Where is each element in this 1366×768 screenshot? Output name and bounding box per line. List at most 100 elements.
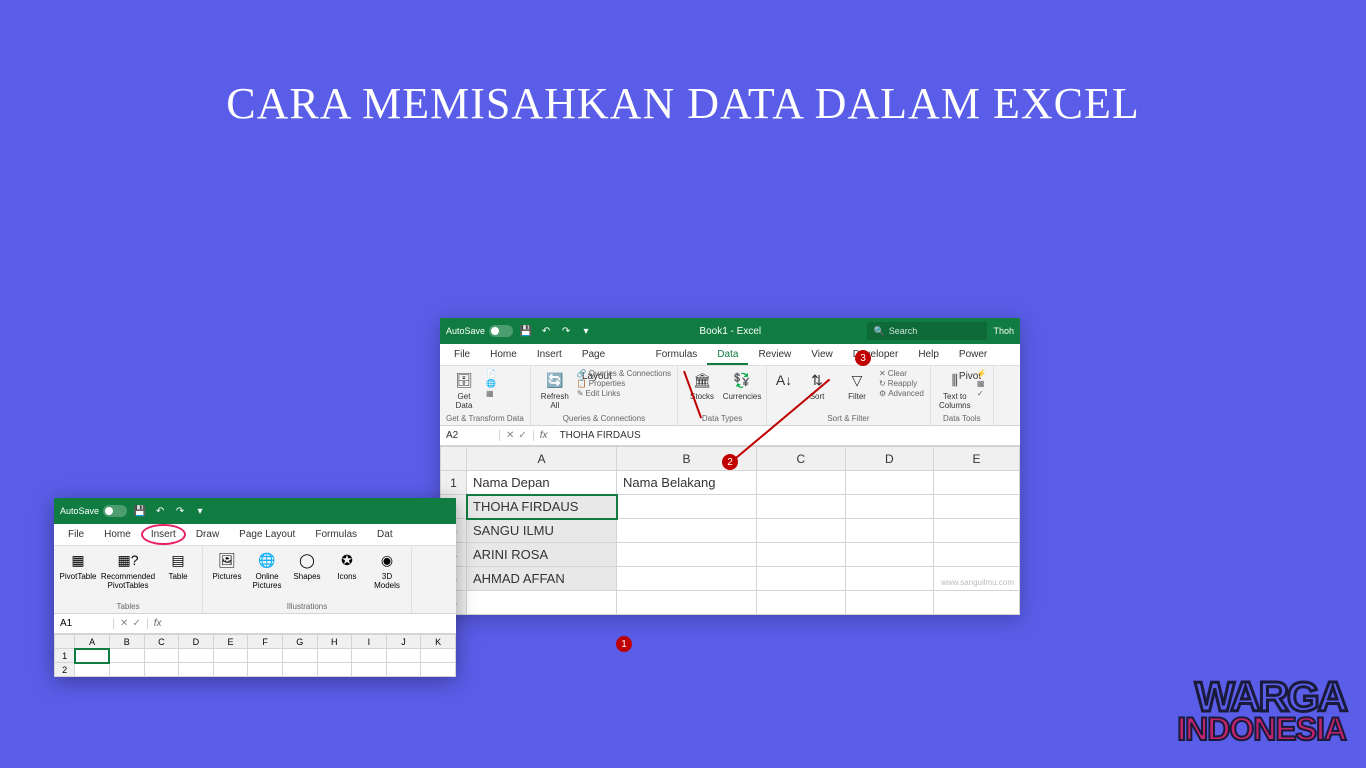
column-header[interactable]: E bbox=[213, 635, 248, 649]
cell[interactable]: Nama Belakang bbox=[617, 471, 757, 495]
cell[interactable] bbox=[467, 591, 617, 615]
cell[interactable] bbox=[352, 663, 387, 677]
cell[interactable] bbox=[757, 471, 846, 495]
online-pictures-button[interactable]: 🌐 OnlinePictures bbox=[249, 549, 285, 593]
autosave-control[interactable]: AutoSave bbox=[446, 325, 513, 337]
data-validation-icon[interactable]: ✓ bbox=[977, 389, 987, 398]
cell[interactable] bbox=[317, 649, 352, 663]
tab-data[interactable]: Data bbox=[707, 344, 748, 365]
cell[interactable] bbox=[617, 519, 757, 543]
filter-button[interactable]: ▽ Filter bbox=[839, 369, 875, 404]
select-all-corner[interactable] bbox=[55, 635, 75, 649]
cell[interactable]: SANGU ILMU bbox=[467, 519, 617, 543]
column-header-e[interactable]: E bbox=[934, 447, 1020, 471]
cell[interactable] bbox=[352, 649, 387, 663]
column-header-a[interactable]: A bbox=[467, 447, 617, 471]
remove-duplicates-icon[interactable]: ▦ bbox=[977, 379, 987, 388]
column-header[interactable]: H bbox=[317, 635, 352, 649]
tab-page-layout[interactable]: Page Layout bbox=[229, 524, 305, 545]
cell[interactable] bbox=[934, 543, 1020, 567]
column-header-c[interactable]: C bbox=[757, 447, 846, 471]
tab-formulas[interactable]: Formulas bbox=[646, 344, 708, 365]
get-data-button[interactable]: 🗄 GetData bbox=[446, 369, 482, 413]
fx-icon[interactable]: fx bbox=[148, 618, 168, 629]
column-header[interactable]: G bbox=[282, 635, 317, 649]
cell[interactable] bbox=[757, 591, 846, 615]
column-header[interactable]: D bbox=[179, 635, 214, 649]
cell[interactable] bbox=[213, 663, 248, 677]
column-header[interactable]: F bbox=[248, 635, 283, 649]
pivottable-button[interactable]: ▦ PivotTable bbox=[60, 549, 96, 584]
cell[interactable] bbox=[248, 663, 283, 677]
cell[interactable] bbox=[75, 649, 110, 663]
column-header[interactable]: C bbox=[144, 635, 179, 649]
tab-view[interactable]: View bbox=[801, 344, 843, 365]
cell[interactable]: Nama Depan bbox=[467, 471, 617, 495]
from-web-icon[interactable]: 🌐 bbox=[486, 379, 496, 388]
tab-developer[interactable]: Developer bbox=[843, 344, 909, 365]
cell[interactable] bbox=[179, 649, 214, 663]
reapply-button[interactable]: ↻ Reapply bbox=[879, 379, 924, 388]
cell[interactable] bbox=[179, 663, 214, 677]
autosave-control[interactable]: AutoSave bbox=[60, 505, 127, 517]
cell[interactable] bbox=[386, 663, 421, 677]
cell[interactable] bbox=[757, 543, 846, 567]
tab-home[interactable]: Home bbox=[94, 524, 141, 545]
tab-file[interactable]: File bbox=[444, 344, 480, 365]
cell[interactable] bbox=[144, 663, 179, 677]
from-text-icon[interactable]: 📄 bbox=[486, 369, 496, 378]
cell[interactable] bbox=[421, 663, 456, 677]
cell[interactable] bbox=[213, 649, 248, 663]
save-icon[interactable]: 💾 bbox=[133, 504, 147, 518]
cell[interactable] bbox=[617, 495, 757, 519]
cell[interactable] bbox=[934, 591, 1020, 615]
cell[interactable] bbox=[617, 543, 757, 567]
cancel-icon[interactable]: ✕ bbox=[120, 618, 128, 629]
tab-page-layout[interactable]: Page Layout bbox=[572, 344, 646, 365]
cell[interactable] bbox=[845, 495, 934, 519]
tab-file[interactable]: File bbox=[58, 524, 94, 545]
worksheet[interactable]: A B C D E F G H I J K 1 2 bbox=[54, 634, 456, 677]
3d-models-button[interactable]: ◉ 3DModels bbox=[369, 549, 405, 593]
search-input[interactable]: 🔍 Search bbox=[867, 322, 987, 340]
cancel-icon[interactable]: ✕ bbox=[506, 430, 514, 441]
column-header-d[interactable]: D bbox=[845, 447, 934, 471]
cell[interactable] bbox=[845, 519, 934, 543]
properties-button[interactable]: 📋 Properties bbox=[577, 379, 671, 388]
edit-links-button[interactable]: ✎ Edit Links bbox=[577, 389, 671, 398]
tab-draw[interactable]: Draw bbox=[186, 524, 229, 545]
advanced-filter-button[interactable]: ⚙ Advanced bbox=[879, 389, 924, 398]
cell[interactable] bbox=[845, 591, 934, 615]
cell[interactable] bbox=[317, 663, 352, 677]
autosave-toggle-icon[interactable] bbox=[103, 505, 127, 517]
cell[interactable] bbox=[421, 649, 456, 663]
cell[interactable] bbox=[845, 567, 934, 591]
formula-input[interactable]: THOHA FIRDAUS bbox=[554, 430, 647, 441]
undo-icon[interactable]: ↶ bbox=[539, 324, 553, 338]
shapes-button[interactable]: ◯ Shapes bbox=[289, 549, 325, 584]
tab-home[interactable]: Home bbox=[480, 344, 527, 365]
clear-filter-button[interactable]: ✕ Clear bbox=[879, 369, 924, 378]
tab-review[interactable]: Review bbox=[748, 344, 801, 365]
text-to-columns-button[interactable]: ⫼ Text toColumns bbox=[937, 369, 973, 413]
qat-dropdown-icon[interactable]: ▾ bbox=[579, 324, 593, 338]
name-box[interactable]: A2 bbox=[440, 430, 500, 441]
cell[interactable]: THOHA FIRDAUS bbox=[467, 495, 617, 519]
save-icon[interactable]: 💾 bbox=[519, 324, 533, 338]
icons-button[interactable]: ✪ Icons bbox=[329, 549, 365, 584]
tab-data[interactable]: Dat bbox=[367, 524, 403, 545]
enter-icon[interactable]: ✓ bbox=[132, 618, 140, 629]
tab-help[interactable]: Help bbox=[908, 344, 949, 365]
queries-connections-button[interactable]: 🔗 Queries & Connections bbox=[577, 369, 671, 378]
refresh-all-button[interactable]: 🔄 RefreshAll bbox=[537, 369, 573, 413]
row-header[interactable]: 2 bbox=[55, 663, 75, 677]
tab-formulas[interactable]: Formulas bbox=[305, 524, 367, 545]
select-all-corner[interactable] bbox=[441, 447, 467, 471]
cell[interactable] bbox=[109, 663, 144, 677]
autosave-toggle-icon[interactable] bbox=[489, 325, 513, 337]
cell[interactable] bbox=[934, 471, 1020, 495]
cell[interactable] bbox=[617, 567, 757, 591]
currencies-button[interactable]: 💱 Currencies bbox=[724, 369, 760, 404]
cell[interactable] bbox=[109, 649, 144, 663]
tab-insert[interactable]: Insert bbox=[141, 524, 186, 545]
